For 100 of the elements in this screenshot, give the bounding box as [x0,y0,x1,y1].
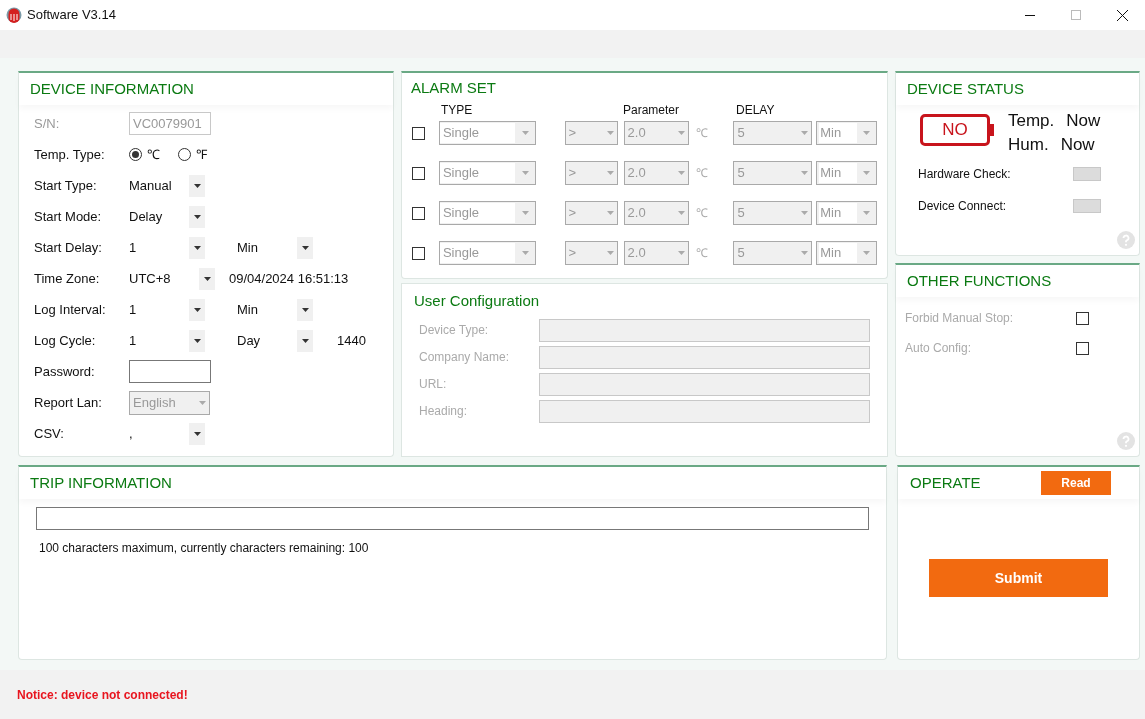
maximize-icon [1071,10,1081,20]
dropdown-button[interactable] [189,422,205,445]
status-label: Device Connect: [918,198,1007,215]
dropdown[interactable]: 5 [733,161,813,185]
field-label: Start Delay: [34,238,103,257]
dropdown[interactable]: 2.0 [623,241,689,265]
dropdown[interactable]: Min [816,201,877,225]
dropdown[interactable]: 2.0 [623,121,689,145]
dropdown-button[interactable] [297,298,313,321]
caret-icon [199,400,206,405]
unit-label: ℃ [695,245,709,262]
dropdown-value: UTC+8 [129,269,172,288]
trip-input-field[interactable] [36,507,869,530]
caret-icon [193,307,201,312]
reading-label: Hum. [1008,134,1049,156]
dropdown[interactable]: 5 [733,241,813,265]
caret-icon [801,171,809,175]
battery-indicator: NO [920,114,994,146]
status-light [1073,199,1101,213]
dropdown-button[interactable] [199,267,215,290]
reading-value: Now [1060,134,1095,156]
dropdown[interactable]: Single [438,121,536,145]
field-label: Device Type: [419,322,490,339]
dropdown[interactable]: Single [438,161,536,185]
dropdown-value: 1 [129,300,138,319]
read-button[interactable]: Read [1041,471,1111,495]
panel-title: DEVICE INFORMATION [30,78,194,99]
caret-icon [677,251,685,255]
character-count-note: 100 characters maximum, currently characters remaining: 100 [39,540,370,557]
status-light [1073,167,1101,181]
caret-icon [606,171,614,175]
caret-icon [521,211,529,215]
dropdown[interactable]: > [564,121,618,145]
dropdown[interactable]: > [564,241,618,265]
field-label: URL: [419,376,448,393]
caret-icon [193,338,201,343]
checkbox[interactable] [1076,341,1089,355]
checkbox[interactable] [412,166,425,180]
dropdown[interactable]: 5 [733,121,813,145]
caret-icon [863,251,870,255]
field-label: Temp. Type: [34,145,106,164]
caret-icon [677,171,685,175]
checkbox[interactable] [412,126,425,140]
unit-label: ℃ [695,205,709,222]
checkbox[interactable] [412,206,425,220]
caret-icon [677,211,685,215]
dropdown[interactable]: > [564,161,618,185]
dropdown[interactable]: Min [816,121,877,145]
dropdown-button[interactable] [189,329,205,352]
text-field[interactable] [539,372,870,396]
caret-icon [521,171,529,175]
app-logo-icon [6,7,22,23]
dropdown[interactable]: 2.0 [623,161,689,185]
panel-title: OTHER FUNCTIONS [907,270,1052,291]
panel-title: TRIP INFORMATION [30,472,172,493]
checkbox[interactable] [412,246,425,260]
status-label: Hardware Check: [918,166,1011,183]
dropdown-button[interactable] [189,205,205,228]
dropdown[interactable]: Single [438,241,536,265]
unit-label: ℃ [695,125,709,142]
text-field[interactable] [129,360,211,383]
reading-value: Now [1066,110,1101,132]
field-label: S/N: [34,114,61,133]
dropdown-button[interactable] [297,236,313,259]
dropdown[interactable]: > [564,201,618,225]
caret-icon [863,211,870,215]
dropdown-button[interactable] [189,174,205,197]
caret-icon [521,251,529,255]
field-label: Time Zone: [34,269,101,288]
dropdown-value: 1 [129,238,138,257]
field-label: Log Interval: [34,300,107,319]
text-field[interactable] [539,399,870,423]
checkbox[interactable] [1076,311,1089,325]
panel-title: User Configuration [414,290,540,311]
minimize-icon [1025,14,1035,16]
caret-icon [677,131,685,135]
text-field[interactable] [539,318,870,342]
caret-icon [606,131,614,135]
dropdown[interactable]: 5 [733,201,813,225]
dropdown-button[interactable] [189,236,205,259]
radio-option[interactable]: ℉ [178,144,207,165]
caret-icon [863,171,870,175]
dropdown-value: Min [237,238,259,257]
caret-icon [801,131,809,135]
radio-option[interactable]: ℃ [129,144,160,165]
dropdown[interactable]: English [129,390,210,415]
dropdown-button[interactable] [189,298,205,321]
dropdown[interactable]: Single [438,201,536,225]
dropdown-value: 1 [129,331,138,350]
dropdown-value: Day [237,331,262,350]
field-label: Log Cycle: [34,331,97,350]
field-label: Heading: [419,403,469,420]
panel-title: OPERATE [910,472,981,493]
text-field[interactable] [539,345,870,369]
dropdown[interactable]: Min [816,161,877,185]
dropdown[interactable]: Min [816,241,877,265]
dropdown[interactable]: 2.0 [623,201,689,225]
caret-icon [301,338,309,343]
dropdown-button[interactable] [297,329,313,352]
submit-button[interactable]: Submit [929,559,1108,597]
